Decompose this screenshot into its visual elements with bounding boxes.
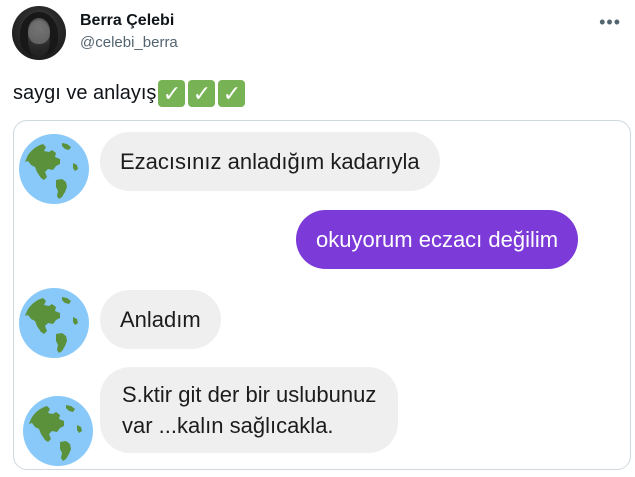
- check-mark-icon: ✓: [218, 80, 246, 107]
- check-emoji-group: ✓ ✓ ✓: [158, 80, 246, 107]
- incoming-message: Ezacısınız anladığım kadarıyla: [100, 132, 440, 191]
- more-options-icon[interactable]: •••: [599, 12, 621, 33]
- author-name[interactable]: Berra Çelebi: [80, 12, 174, 30]
- tweet-text: saygı ve anlayış ✓ ✓ ✓: [13, 80, 246, 107]
- globe-avatar-icon: [18, 133, 90, 205]
- globe-avatar-icon: [22, 395, 94, 467]
- outgoing-message: okuyorum eczacı değilim: [296, 210, 579, 269]
- author-avatar[interactable]: [12, 6, 66, 60]
- tweet-header: Berra Çelebi @celebi_berra •••: [12, 6, 623, 62]
- message-line: var ...kalın sağlıcakla.: [122, 413, 334, 438]
- check-mark-icon: ✓: [188, 80, 216, 107]
- check-mark-icon: ✓: [158, 80, 186, 107]
- incoming-message: Anladım: [100, 290, 221, 349]
- chat-screenshot-media[interactable]: Ezacısınız anladığım kadarıyla okuyorum …: [13, 120, 631, 470]
- message-line: S.ktir git der bir uslubunuz: [122, 382, 377, 407]
- globe-avatar-icon: [18, 287, 90, 359]
- tweet-body: saygı ve anlayış: [13, 82, 157, 104]
- incoming-message: S.ktir git der bir uslubunuz var ...kalı…: [100, 367, 399, 453]
- avatar-face: [28, 18, 50, 44]
- author-handle[interactable]: @celebi_berra: [80, 34, 178, 51]
